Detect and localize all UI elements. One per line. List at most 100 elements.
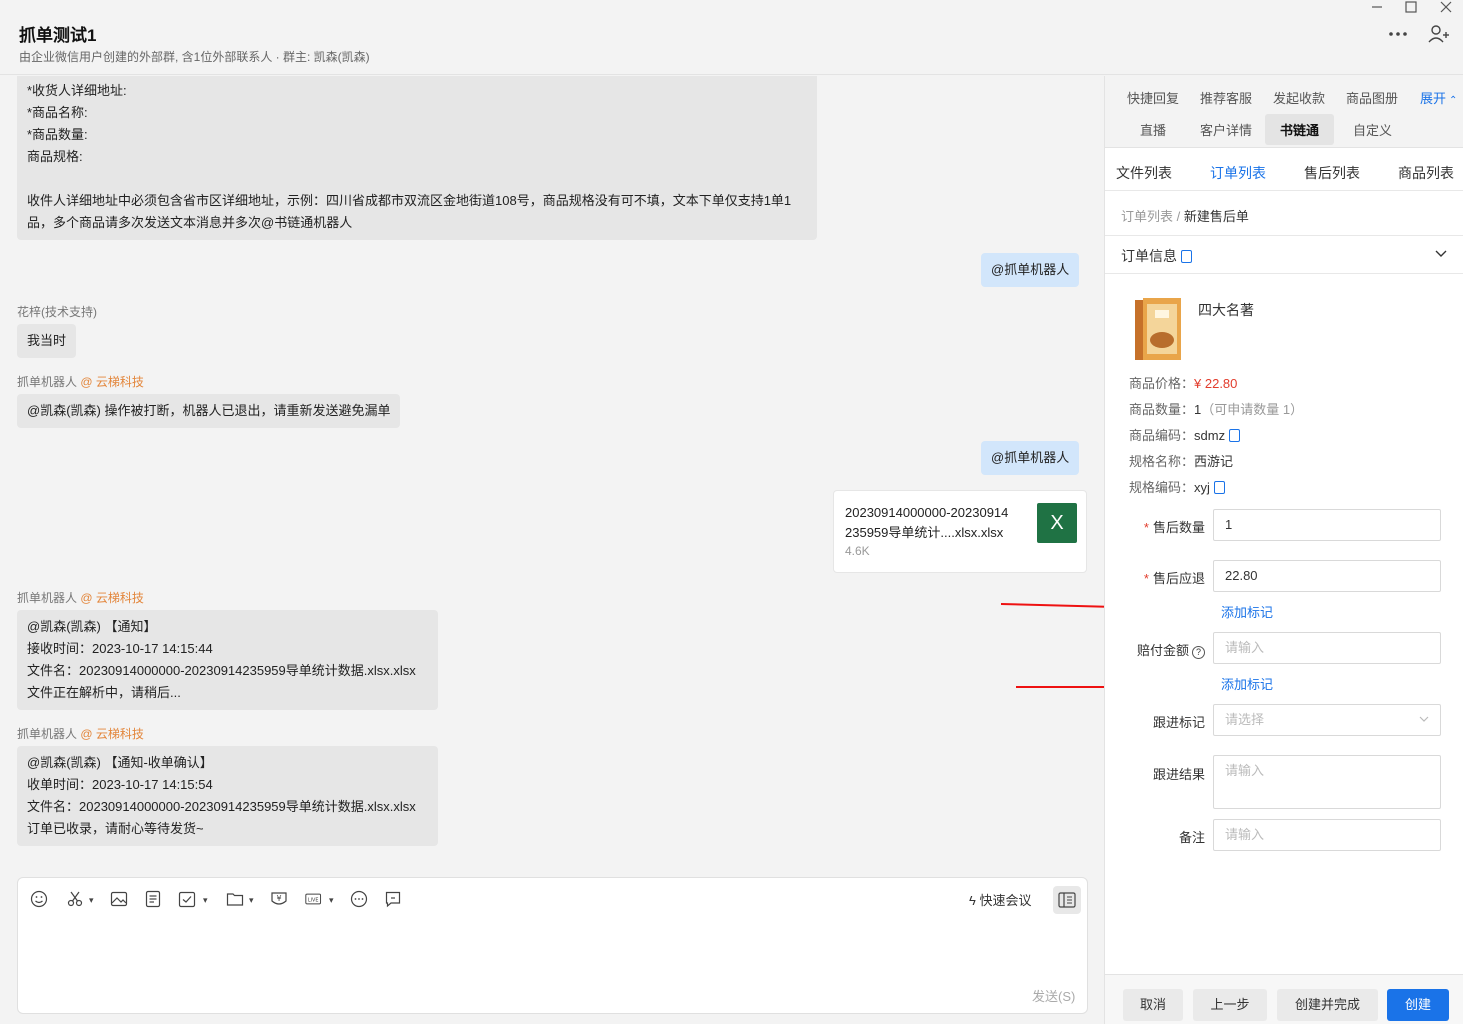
remark-input[interactable]: 请输入 [1213,819,1441,851]
sender-org: @ 云梯科技 [80,591,144,605]
close-icon[interactable] [1431,0,1461,17]
refund-input[interactable]: 22.80 [1213,560,1441,592]
live-icon[interactable]: LIVE [305,890,323,910]
expand-button[interactable]: 展开 ⌃ [1420,88,1457,107]
subtab-order-list[interactable]: 订单列表 [1210,163,1266,183]
spec-name: 西游记 [1194,454,1234,469]
tab-shulian[interactable]: 书链通 [1265,114,1335,145]
sender-org: @ 云梯科技 [80,375,144,389]
chat-subtitle: 由企业微信用户创建的外部群, 含1位外部联系人 · 群主: 凯森(凯森) [19,50,370,64]
folder-icon[interactable] [226,890,244,910]
task-icon[interactable] [178,890,196,910]
product-qty-row: 商品数量：1（可申请数量 1） [1129,402,1304,417]
tab-live[interactable]: 直播 [1140,120,1166,139]
message-line: 商品规格: [27,149,83,164]
section-title: 订单信息 [1121,246,1192,266]
create-button[interactable]: 创建 [1387,989,1449,1021]
copy-icon[interactable] [1229,429,1241,442]
file-name: 20230914000000-20230914 235959导单统计....xl… [845,505,1009,540]
compensation-label: 赔付金额? [1115,640,1205,659]
minimize-icon[interactable] [1362,0,1392,17]
remark-label: 备注 [1178,830,1205,845]
help-icon[interactable]: ? [1192,646,1205,659]
divider [1105,190,1463,191]
product-name: 四大名著 [1198,302,1254,318]
sender-name: 抓单机器人 [17,727,78,741]
product-code-row: 商品编码：sdmz [1129,425,1241,444]
document-icon[interactable] [144,890,162,910]
follow-tag-label: 跟进标记 [1152,715,1205,730]
emoji-icon[interactable] [30,890,48,910]
chevron-up-icon: ⌃ [1449,95,1458,106]
maximize-icon[interactable] [1396,0,1426,17]
sender-name: 抓单机器人 [17,375,78,389]
message-notice: @凯森(凯森) 【通知-收单确认】 收单时间：2023-10-17 14:15:… [17,746,438,846]
message-composer[interactable]: ▾ ▾ ▾ ¥ LIVE ▾ ϟ 快速会议 发送(S) [17,877,1088,1014]
screenshot-icon[interactable] [66,890,84,910]
payment-icon[interactable]: ¥ [270,890,288,910]
divider [1105,235,1463,236]
subtab-product-list[interactable]: 商品列表 [1398,163,1454,183]
folder-dropdown-icon[interactable]: ▾ [249,890,254,910]
message-sender: 抓单机器人 @ 云梯科技 [17,589,144,606]
spec-name-row: 规格名称：西游记 [1129,454,1234,469]
compensation-input[interactable]: 请输入 [1213,632,1441,664]
sender-name: 抓单机器人 [17,591,78,605]
message-line: 收件人详细地址中必须包含省市区详细地址，示例：四川省成都市双流区金地街道108号… [27,193,792,208]
sidebar-toggle-button[interactable] [1053,886,1081,914]
refund-label: * 售后应退 [1143,571,1205,586]
sender-org: @ 云梯科技 [80,727,144,741]
subtab-file-list[interactable]: 文件列表 [1116,163,1172,183]
tab-custom[interactable]: 自定义 [1353,120,1392,139]
more-tools-icon[interactable] [350,890,368,910]
my-message: @抓单机器人 [981,253,1080,287]
breadcrumb: 订单列表 / 新建售后单 [1121,209,1249,224]
divider [1105,273,1463,274]
send-button[interactable]: 发送(S) [1032,986,1075,1005]
add-member-icon[interactable] [1426,22,1450,46]
add-tag-link[interactable]: 添加标记 [1221,674,1273,693]
tab-recommend-service[interactable]: 推荐客服 [1200,88,1252,107]
tab-customer-detail[interactable]: 客户详情 [1200,120,1252,139]
prev-step-button[interactable]: 上一步 [1193,989,1267,1021]
chat-header: 抓单测试1 由企业微信用户创建的外部群, 含1位外部联系人 · 群主: 凯森(凯… [0,0,1463,75]
chat-title: 抓单测试1 [19,26,97,45]
quick-meeting-label: 快速会议 [979,893,1032,908]
message-form-template: *收货人详细地址: *商品名称: *商品数量: 商品规格: 收件人详细地址中必须… [17,76,817,240]
follow-result-textarea[interactable]: 请输入 [1213,755,1441,809]
message-line [27,168,807,190]
product-image [1133,296,1183,362]
follow-result-label: 跟进结果 [1152,767,1205,782]
file-message[interactable]: 20230914000000-20230914 235959导单统计....xl… [833,490,1087,573]
chat-record-icon[interactable] [384,890,402,910]
follow-tag-select[interactable]: 请选择 [1213,704,1441,736]
create-complete-button[interactable]: 创建并完成 [1277,989,1378,1021]
message-line: *收货人详细地址: [27,83,127,98]
subtab-aftersale-list[interactable]: 售后列表 [1304,163,1360,183]
breadcrumb-current: 新建售后单 [1183,209,1249,224]
panel-footer: 取消 上一步 创建并完成 创建 [1105,974,1463,1024]
image-icon[interactable] [110,890,128,910]
breadcrumb-parent[interactable]: 订单列表 [1121,209,1173,224]
message-sender: 抓单机器人 @ 云梯科技 [17,373,144,390]
tab-quick-reply[interactable]: 快捷回复 [1127,88,1179,107]
spec-code-row: 规格编码：xyj [1129,477,1225,496]
chat-messages[interactable]: *收货人详细地址: *商品名称: *商品数量: 商品规格: 收件人详细地址中必须… [0,76,1104,876]
after-qty-input[interactable]: 1 [1213,509,1441,541]
copy-icon[interactable] [1213,481,1225,494]
chevron-down-icon[interactable] [1433,246,1449,262]
live-dropdown-icon[interactable]: ▾ [329,890,334,910]
add-tag-link[interactable]: 添加标记 [1221,602,1273,621]
copy-icon[interactable] [1181,250,1192,263]
cancel-button[interactable]: 取消 [1123,989,1183,1021]
screenshot-dropdown-icon[interactable]: ▾ [89,890,94,910]
more-icon[interactable] [1386,22,1410,46]
quick-meeting-button[interactable]: ϟ 快速会议 [969,890,1032,909]
message-notice: @凯森(凯森) 【通知】 接收时间：2023-10-17 14:15:44 文件… [17,610,438,710]
task-dropdown-icon[interactable]: ▾ [203,890,208,910]
tab-collect-payment[interactable]: 发起收款 [1273,88,1325,107]
product-price: ¥ 22.80 [1194,376,1238,391]
tab-product-album[interactable]: 商品图册 [1346,88,1398,107]
product-code: sdmz [1194,428,1226,443]
lightning-icon: ϟ [969,893,976,908]
